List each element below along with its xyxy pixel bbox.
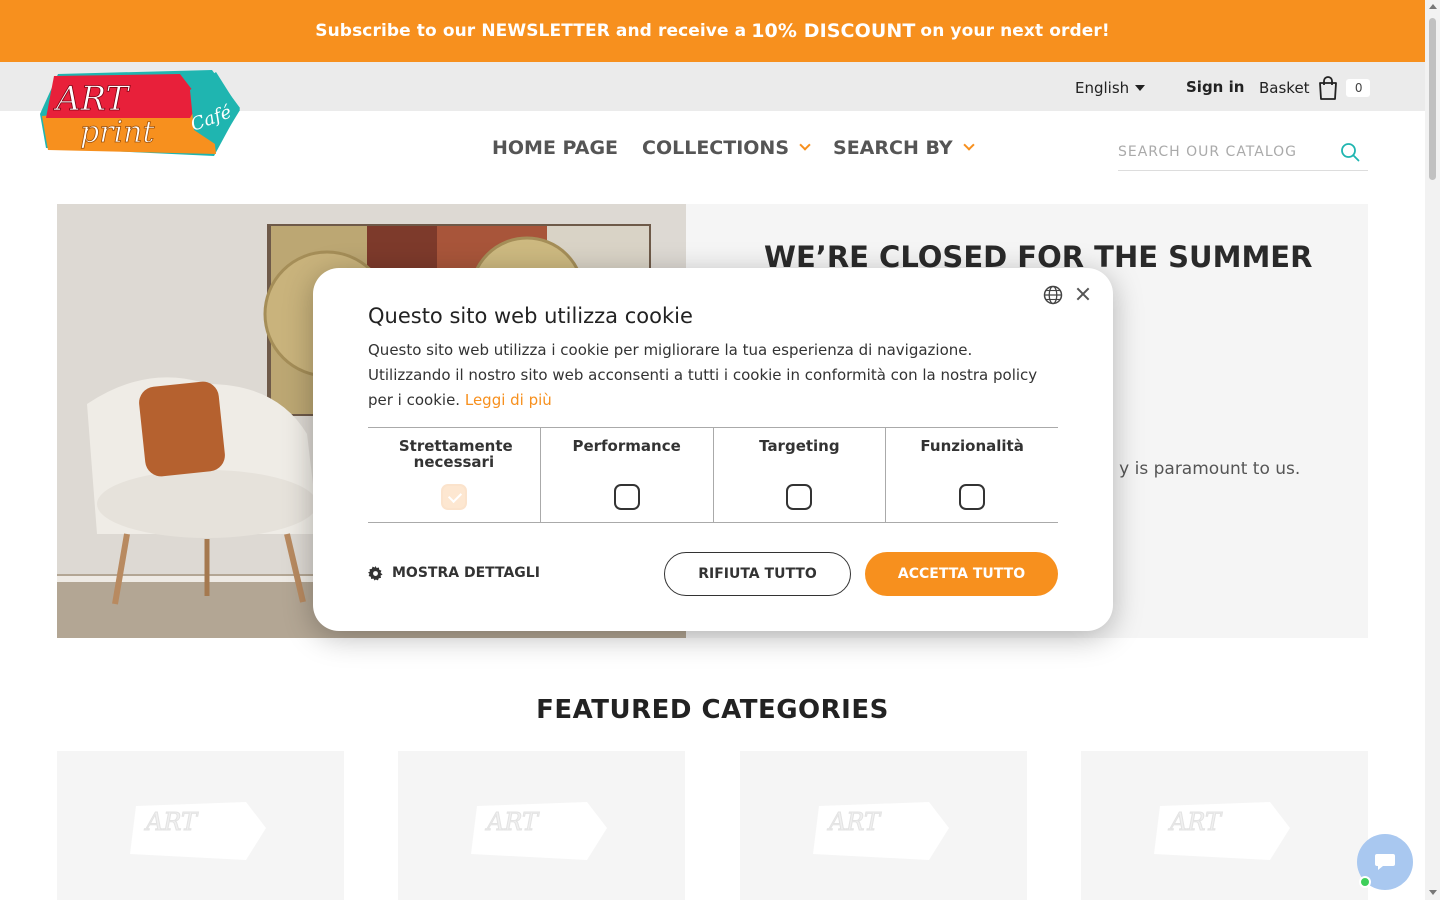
cookie-category-label: Performance bbox=[572, 437, 681, 455]
search-icon[interactable] bbox=[1340, 142, 1360, 162]
placeholder-logo-icon: ART bbox=[812, 802, 949, 860]
chat-widget-button[interactable] bbox=[1357, 834, 1413, 890]
scroll-thumb[interactable] bbox=[1429, 18, 1436, 180]
show-details-label: MOSTRA DETTAGLI bbox=[392, 565, 540, 581]
targeting-checkbox[interactable] bbox=[786, 484, 813, 510]
accept-all-button[interactable]: ACCETTA TUTTO bbox=[865, 552, 1058, 596]
cookie-dialog-text: Questo sito web utilizza i cookie per mi… bbox=[368, 338, 1048, 413]
necessary-checkbox[interactable] bbox=[440, 484, 467, 510]
site-logo[interactable]: ART print Café bbox=[40, 70, 244, 162]
nav-collections[interactable]: COLLECTIONS bbox=[642, 137, 811, 159]
cookie-categories: Strettamente necessari Performance Targe… bbox=[368, 427, 1058, 523]
svg-text:ART: ART bbox=[485, 808, 540, 836]
svg-text:ART: ART bbox=[53, 79, 131, 119]
cookie-category-performance: Performance bbox=[541, 428, 714, 522]
nav-collections-label: COLLECTIONS bbox=[642, 137, 790, 159]
cookie-dialog-title: Questo sito web utilizza cookie bbox=[368, 304, 693, 328]
cookie-category-functionality: Funzionalità bbox=[886, 428, 1058, 522]
cookie-category-necessary: Strettamente necessari bbox=[368, 428, 541, 522]
chevron-down-icon bbox=[963, 139, 975, 151]
performance-checkbox[interactable] bbox=[613, 484, 640, 510]
basket-count: 0 bbox=[1345, 79, 1370, 97]
svg-text:ART: ART bbox=[827, 808, 882, 836]
search-input[interactable] bbox=[1118, 144, 1328, 160]
placeholder-logo-icon: ART bbox=[1153, 802, 1290, 860]
svg-text:print: print bbox=[80, 115, 155, 150]
banner-discount: 10% DISCOUNT bbox=[751, 20, 916, 42]
language-selector[interactable]: English bbox=[1075, 79, 1146, 97]
basket-button[interactable]: Basket 0 bbox=[1259, 76, 1370, 100]
cookie-category-label: Funzionalità bbox=[920, 437, 1024, 455]
online-status-dot bbox=[1359, 876, 1371, 888]
svg-text:ART: ART bbox=[1168, 808, 1223, 836]
nav-home[interactable]: HOME PAGE bbox=[492, 137, 618, 159]
nav-search-by[interactable]: SEARCH BY bbox=[833, 137, 975, 159]
scroll-up-icon[interactable] bbox=[1429, 4, 1437, 9]
banner-text-after: on your next order! bbox=[920, 21, 1110, 41]
read-more-link[interactable]: Leggi di più bbox=[465, 391, 552, 409]
newsletter-banner[interactable]: Subscribe to our NEWSLETTER and receive … bbox=[0, 0, 1425, 62]
functionality-checkbox[interactable] bbox=[959, 484, 986, 510]
page: Subscribe to our NEWSLETTER and receive … bbox=[0, 0, 1440, 900]
banner-text-before: Subscribe to our NEWSLETTER and receive … bbox=[315, 21, 747, 41]
shopping-bag-icon bbox=[1318, 76, 1337, 100]
cookie-category-label: Targeting bbox=[759, 437, 840, 455]
page-scrollbar[interactable] bbox=[1425, 0, 1440, 900]
placeholder-logo-icon: ART bbox=[129, 802, 266, 860]
scroll-down-icon[interactable] bbox=[1429, 890, 1437, 895]
catalog-search bbox=[1118, 134, 1368, 171]
caret-down-icon bbox=[1135, 85, 1146, 91]
sign-in-link[interactable]: Sign in bbox=[1186, 78, 1244, 96]
globe-icon[interactable] bbox=[1043, 285, 1063, 305]
main-navigation: HOME PAGE COLLECTIONS SEARCH BY bbox=[492, 137, 975, 159]
gear-icon bbox=[368, 565, 383, 581]
cookie-consent-dialog: Questo sito web utilizza cookie Questo s… bbox=[313, 268, 1113, 631]
category-card[interactable]: ART bbox=[398, 751, 685, 900]
cookie-category-label: Strettamente necessari bbox=[398, 437, 513, 471]
featured-categories-title: FEATURED CATEGORIES bbox=[536, 695, 889, 725]
chat-bubble-icon bbox=[1375, 854, 1395, 870]
svg-text:ART: ART bbox=[144, 808, 199, 836]
cookie-category-targeting: Targeting bbox=[714, 428, 887, 522]
language-label: English bbox=[1075, 79, 1130, 97]
category-card[interactable]: ART bbox=[740, 751, 1027, 900]
close-icon[interactable] bbox=[1074, 285, 1092, 303]
chevron-down-icon bbox=[799, 139, 811, 151]
nav-search-by-label: SEARCH BY bbox=[833, 137, 953, 159]
category-card[interactable]: ART bbox=[1081, 751, 1368, 900]
basket-label: Basket bbox=[1259, 79, 1310, 97]
placeholder-logo-icon: ART bbox=[470, 802, 607, 860]
nav-home-label: HOME PAGE bbox=[492, 137, 619, 159]
show-details-button[interactable]: MOSTRA DETTAGLI bbox=[368, 565, 540, 581]
category-card[interactable]: ART bbox=[57, 751, 344, 900]
reject-all-button[interactable]: RIFIUTA TUTTO bbox=[664, 552, 851, 596]
